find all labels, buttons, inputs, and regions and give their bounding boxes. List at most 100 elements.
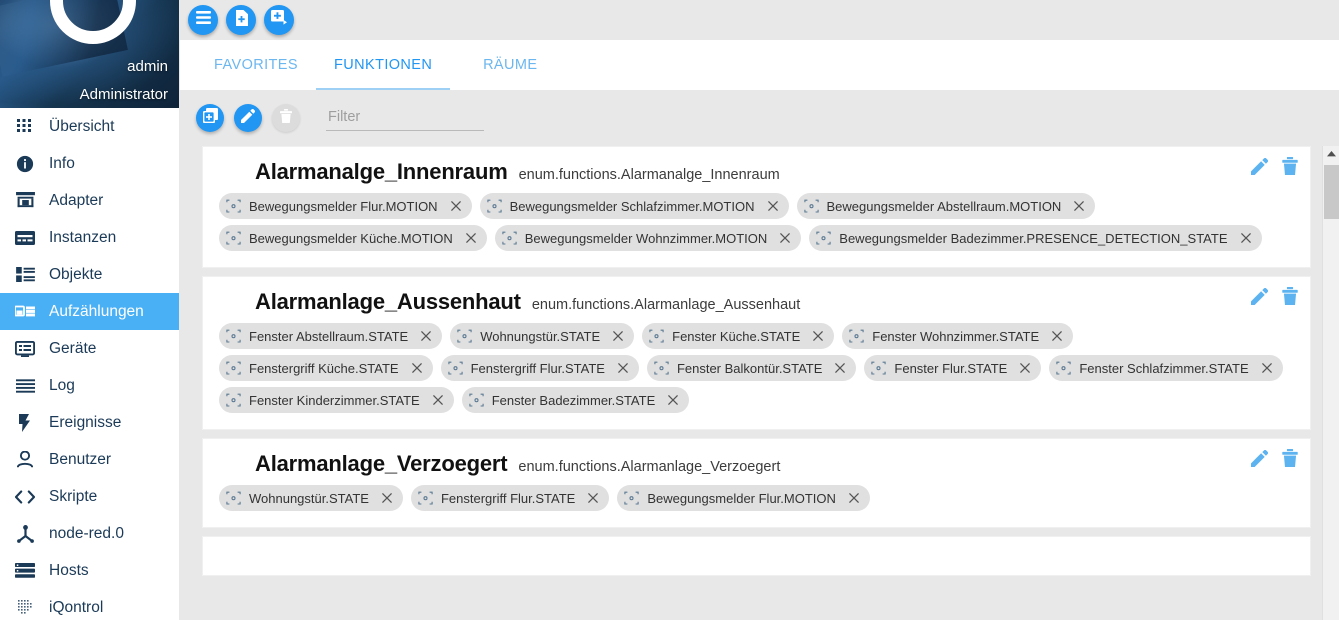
sidebar-item-skripte[interactable]: Skripte bbox=[0, 478, 179, 515]
sidebar-item-hosts[interactable]: Hosts bbox=[0, 552, 179, 589]
chip-remove-icon[interactable] bbox=[449, 199, 463, 213]
state-object-icon bbox=[468, 392, 485, 409]
pencil-icon bbox=[241, 108, 256, 128]
add-enum-button[interactable] bbox=[196, 104, 224, 132]
chip-remove-icon[interactable] bbox=[811, 329, 825, 343]
tab-label: FAVORITES bbox=[214, 57, 298, 73]
chip-remove-icon[interactable] bbox=[1050, 329, 1064, 343]
chip-remove-icon[interactable] bbox=[611, 329, 625, 343]
chip-remove-icon[interactable] bbox=[833, 361, 847, 375]
code-brackets-icon bbox=[12, 486, 38, 508]
sidebar-item-adapter[interactable]: Adapter bbox=[0, 182, 179, 219]
chip-remove-icon[interactable] bbox=[1072, 199, 1086, 213]
state-object-icon bbox=[653, 360, 670, 377]
tab-funktionen[interactable]: FUNKTIONEN bbox=[316, 40, 451, 90]
chip[interactable]: Fenster Badezimmer.STATE bbox=[461, 387, 690, 413]
sidebar-item-uebersicht[interactable]: Übersicht bbox=[0, 108, 179, 145]
sidebar-item-info[interactable]: Info bbox=[0, 145, 179, 182]
chip[interactable]: Bewegungsmelder Abstellraum.MOTION bbox=[796, 193, 1096, 219]
chip[interactable]: Bewegungsmelder Schlafzimmer.MOTION bbox=[479, 193, 789, 219]
chip[interactable]: Fenstergriff Küche.STATE bbox=[219, 355, 433, 381]
chip-remove-icon[interactable] bbox=[616, 361, 630, 375]
chip[interactable]: Bewegungsmelder Flur.MOTION bbox=[617, 485, 870, 511]
add-copy-button[interactable] bbox=[264, 5, 294, 35]
scrollbar-thumb[interactable] bbox=[1324, 165, 1339, 219]
chip[interactable]: Fenster Küche.STATE bbox=[642, 323, 835, 349]
card-subtitle: enum.functions.Alarmanlage_Verzoegert bbox=[518, 459, 781, 475]
sidebar-item-label: Objekte bbox=[49, 265, 103, 283]
chip-remove-icon[interactable] bbox=[586, 491, 600, 505]
chip[interactable]: Bewegungsmelder Flur.MOTION bbox=[219, 193, 472, 219]
state-object-icon bbox=[225, 230, 242, 247]
chip[interactable]: Fenstergriff Flur.STATE bbox=[410, 485, 610, 511]
edit-button[interactable] bbox=[234, 104, 262, 132]
state-object-icon bbox=[1055, 360, 1072, 377]
card-title: Alarmanlage_Aussenhaut bbox=[255, 289, 521, 314]
chip-remove-icon[interactable] bbox=[431, 393, 445, 407]
chip[interactable]: Fenstergriff Flur.STATE bbox=[440, 355, 639, 381]
chip[interactable]: Fenster Flur.STATE bbox=[864, 355, 1042, 381]
tab-raeume[interactable]: RÄUME bbox=[450, 40, 570, 90]
chip-remove-icon[interactable] bbox=[1239, 231, 1253, 245]
sidebar-item-benutzer[interactable]: Benutzer bbox=[0, 441, 179, 478]
chip[interactable]: Wohnungstür.STATE bbox=[450, 323, 635, 349]
grid-icon bbox=[12, 116, 38, 138]
sidebar-item-label: Info bbox=[49, 154, 75, 172]
edit-icon[interactable] bbox=[1251, 287, 1268, 305]
app-root: admin Administrator Übersicht Info Adapt… bbox=[0, 0, 1339, 620]
sidebar-item-label: Instanzen bbox=[49, 228, 117, 246]
chip-remove-icon[interactable] bbox=[1018, 361, 1032, 375]
sidebar-item-label: node-red.0 bbox=[49, 524, 124, 542]
sidebar-item-aufzaehlungen[interactable]: Aufzählungen bbox=[0, 293, 179, 330]
chip[interactable]: Fenster Kinderzimmer.STATE bbox=[219, 387, 454, 413]
chip-remove-icon[interactable] bbox=[464, 231, 478, 245]
filter-input[interactable] bbox=[326, 105, 484, 131]
chip-remove-icon[interactable] bbox=[1260, 361, 1274, 375]
sidebar-item-instanzen[interactable]: Instanzen bbox=[0, 219, 179, 256]
tab-bar: FAVORITES FUNKTIONEN RÄUME bbox=[180, 40, 1339, 90]
edit-icon[interactable] bbox=[1251, 157, 1268, 175]
chip[interactable]: Bewegungsmelder Wohnzimmer.MOTION bbox=[494, 225, 802, 251]
chip-remove-icon[interactable] bbox=[666, 393, 680, 407]
server-icon bbox=[12, 560, 38, 582]
chip-remove-icon[interactable] bbox=[778, 231, 792, 245]
sidebar-item-objekte[interactable]: Objekte bbox=[0, 256, 179, 293]
chip[interactable]: Bewegungsmelder Badezimmer.PRESENCE_DETE… bbox=[809, 225, 1262, 251]
state-object-icon bbox=[803, 198, 820, 215]
card-header: Alarmanalge_Innenraum enum.functions.Ala… bbox=[219, 159, 1294, 185]
chip-label: Bewegungsmelder Flur.MOTION bbox=[249, 198, 438, 214]
chip[interactable]: Fenster Balkontür.STATE bbox=[646, 355, 857, 381]
delete-icon[interactable] bbox=[1282, 449, 1298, 467]
sidebar-item-node-red[interactable]: node-red.0 bbox=[0, 515, 179, 552]
sidebar-item-ereignisse[interactable]: Ereignisse bbox=[0, 404, 179, 441]
vertical-scrollbar[interactable] bbox=[1322, 146, 1339, 620]
sidebar-item-iqontrol[interactable]: iQontrol bbox=[0, 589, 179, 620]
state-object-icon bbox=[225, 490, 242, 507]
delete-button[interactable] bbox=[272, 104, 300, 132]
sidebar-item-geraete[interactable]: Geräte bbox=[0, 330, 179, 367]
chip[interactable]: Fenster Schlafzimmer.STATE bbox=[1049, 355, 1283, 381]
new-file-button[interactable] bbox=[226, 5, 256, 35]
scroll-up-button[interactable] bbox=[1323, 146, 1339, 162]
delete-icon[interactable] bbox=[1282, 157, 1298, 175]
chip[interactable]: Fenster Abstellraum.STATE bbox=[219, 323, 443, 349]
chip-remove-icon[interactable] bbox=[410, 361, 424, 375]
edit-icon[interactable] bbox=[1251, 449, 1268, 467]
chip-remove-icon[interactable] bbox=[847, 491, 861, 505]
chip[interactable]: Bewegungsmelder Küche.MOTION bbox=[219, 225, 487, 251]
chip[interactable]: Fenster Wohnzimmer.STATE bbox=[842, 323, 1074, 349]
list-view-button[interactable] bbox=[188, 5, 218, 35]
tab-favorites[interactable]: FAVORITES bbox=[196, 40, 316, 90]
sidebar-nav: Übersicht Info Adapter Instanzen Objekte bbox=[0, 108, 179, 620]
delete-icon[interactable] bbox=[1282, 287, 1298, 305]
sidebar-item-log[interactable]: Log bbox=[0, 367, 179, 404]
sidebar-item-label: Ereignisse bbox=[49, 413, 122, 431]
chip-label: Fenstergriff Flur.STATE bbox=[470, 360, 605, 376]
chip[interactable]: Wohnungstür.STATE bbox=[219, 485, 403, 511]
info-icon bbox=[12, 153, 38, 175]
chip-label: Fenstergriff Küche.STATE bbox=[249, 360, 399, 376]
sidebar-item-label: Skripte bbox=[49, 487, 98, 505]
chip-remove-icon[interactable] bbox=[419, 329, 433, 343]
chip-remove-icon[interactable] bbox=[380, 491, 394, 505]
chip-remove-icon[interactable] bbox=[766, 199, 780, 213]
